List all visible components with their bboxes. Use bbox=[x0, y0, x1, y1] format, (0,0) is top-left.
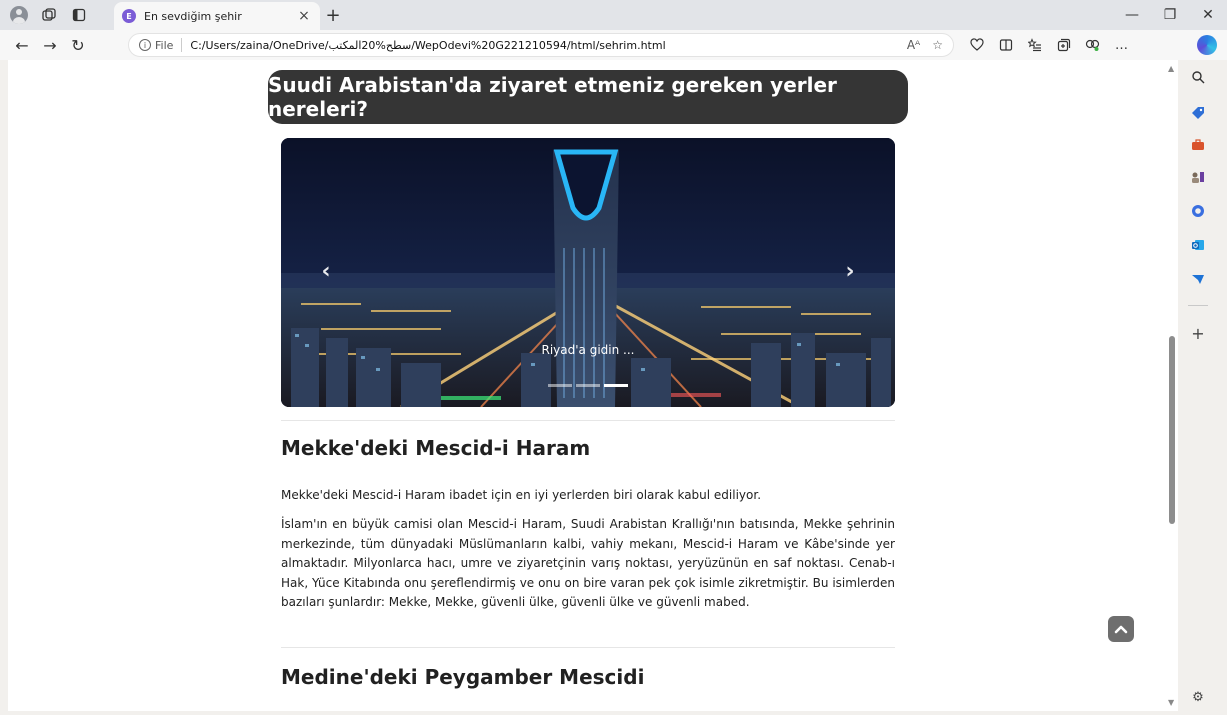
split-screen-button[interactable] bbox=[991, 30, 1020, 60]
tab-close-icon[interactable]: × bbox=[296, 8, 312, 24]
page-scrollbar[interactable]: ▲ ▼ bbox=[1166, 60, 1178, 711]
favorite-star-icon[interactable]: ☆ bbox=[932, 38, 943, 52]
browser-toolbar: ← → ↻ i File C:/Users/zaina/OneDrive/سطح… bbox=[0, 30, 1227, 60]
browser-essentials-button[interactable] bbox=[962, 30, 991, 60]
section-intro-mekke: Mekke'deki Mescid-i Haram ibadet için en… bbox=[281, 488, 762, 502]
section-divider bbox=[281, 647, 895, 648]
address-bar[interactable]: i File C:/Users/zaina/OneDrive/سطح%20الم… bbox=[128, 33, 954, 57]
sidebar-settings-icon[interactable]: ⚙ bbox=[1189, 688, 1207, 706]
page-title: Suudi Arabistan'da ziyaret etmeniz gerek… bbox=[268, 70, 908, 124]
carousel-indicator-1[interactable] bbox=[548, 384, 572, 387]
scroll-down-icon[interactable]: ▼ bbox=[1168, 698, 1174, 707]
scrollbar-thumb[interactable] bbox=[1169, 336, 1175, 524]
section-divider bbox=[281, 420, 895, 421]
section-title-mekke: Mekke'deki Mescid-i Haram bbox=[281, 436, 591, 460]
tools-briefcase-icon[interactable] bbox=[1189, 136, 1207, 154]
carousel-prev-button[interactable]: ‹ bbox=[311, 256, 341, 286]
drop-send-icon[interactable] bbox=[1189, 270, 1207, 288]
reload-button[interactable]: ↻ bbox=[64, 31, 92, 59]
carousel-indicators bbox=[281, 384, 895, 387]
tab-actions-icon bbox=[72, 8, 86, 22]
back-button[interactable]: ← bbox=[8, 31, 36, 59]
games-icon[interactable] bbox=[1189, 168, 1207, 186]
tab-actions-button[interactable] bbox=[64, 0, 94, 30]
new-tab-button[interactable]: + bbox=[322, 4, 344, 26]
close-window-button[interactable]: ✕ bbox=[1189, 0, 1227, 30]
window-controls: — ❐ ✕ bbox=[1113, 0, 1227, 30]
page-favicon-icon: E bbox=[122, 9, 136, 23]
forward-button[interactable]: → bbox=[36, 31, 64, 59]
favorites-button[interactable] bbox=[1020, 30, 1049, 60]
microsoft-365-icon[interactable] bbox=[1189, 202, 1207, 220]
carousel-indicator-2[interactable] bbox=[576, 384, 600, 387]
collections-icon bbox=[1057, 38, 1070, 52]
edge-sidebar: + ⚙ bbox=[1180, 60, 1227, 715]
site-info-icon[interactable]: i bbox=[139, 39, 151, 51]
tab-title: En sevdiğim şehir bbox=[144, 9, 242, 23]
chevron-up-icon bbox=[1114, 625, 1128, 634]
carousel-caption: Riyad'a gidin ... bbox=[541, 343, 635, 357]
section-title-medine: Medine'deki Peygamber Mescidi bbox=[281, 665, 645, 689]
outlook-icon[interactable] bbox=[1189, 236, 1207, 254]
profile-button[interactable] bbox=[4, 0, 34, 30]
minimize-button[interactable]: — bbox=[1113, 0, 1151, 30]
read-aloud-icon[interactable]: Aᴬ bbox=[907, 38, 920, 52]
workspaces-button[interactable] bbox=[34, 0, 64, 30]
more-options-button[interactable]: … bbox=[1107, 30, 1136, 60]
restore-button[interactable]: ❐ bbox=[1151, 0, 1189, 30]
shopping-tag-icon[interactable] bbox=[1189, 104, 1207, 122]
extensions-puzzle-icon bbox=[1085, 39, 1100, 51]
extensions-button[interactable] bbox=[1078, 30, 1107, 60]
url-scheme-label: File bbox=[155, 38, 174, 52]
carousel-indicator-3[interactable] bbox=[604, 384, 628, 387]
search-icon[interactable] bbox=[1189, 68, 1207, 86]
address-divider bbox=[181, 38, 183, 52]
tab-en-sevdigim-sehir[interactable]: E En sevdiğim şehir × bbox=[114, 2, 320, 30]
url-text[interactable]: C:/Users/zaina/OneDrive/سطح%20المكتب/Wep… bbox=[190, 39, 894, 52]
collections-button[interactable] bbox=[1049, 30, 1078, 60]
copilot-icon[interactable] bbox=[1197, 35, 1217, 55]
add-sidebar-app-icon[interactable]: + bbox=[1189, 324, 1207, 343]
section-body-mekke: İslam'ın en büyük camisi olan Mescid-i H… bbox=[281, 517, 895, 609]
tab-strip: E En sevdiğim şehir × + — ❐ ✕ bbox=[0, 0, 1227, 30]
web-page: Suudi Arabistan'da ziyaret etmeniz gerek… bbox=[8, 60, 1175, 711]
workspaces-icon bbox=[42, 8, 56, 21]
profile-icon bbox=[10, 6, 28, 24]
toolbar-icons: … bbox=[962, 30, 1136, 60]
split-screen-icon bbox=[999, 39, 1012, 51]
favorites-list-icon bbox=[1027, 38, 1041, 52]
carousel-next-button[interactable]: › bbox=[835, 256, 865, 286]
back-to-top-button[interactable] bbox=[1108, 616, 1134, 642]
scroll-up-icon[interactable]: ▲ bbox=[1168, 64, 1174, 73]
sidebar-divider bbox=[1188, 305, 1208, 306]
heart-pulse-icon bbox=[969, 38, 984, 51]
riyadh-skyline-image bbox=[281, 138, 895, 407]
image-carousel: ‹ › Riyad'a gidin ... bbox=[281, 138, 895, 407]
